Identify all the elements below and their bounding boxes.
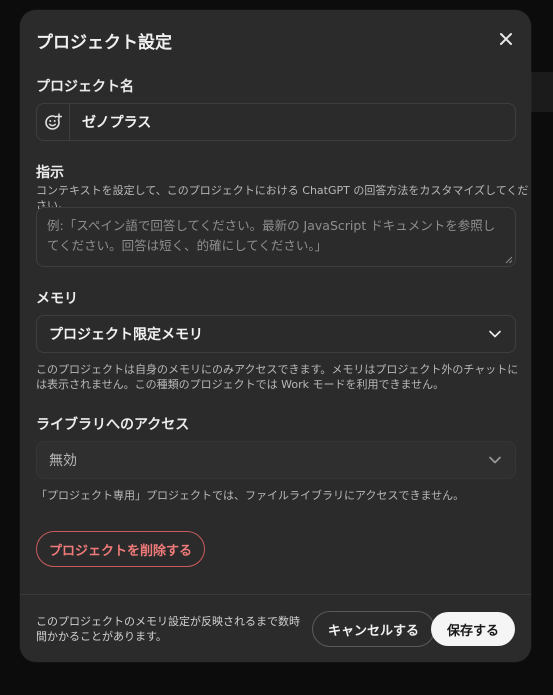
- instructions-label: 指示: [36, 165, 64, 181]
- library-access-hint: 「プロジェクト専用」プロジェクトでは、ファイルライブラリにアクセスできません。: [36, 489, 465, 502]
- emoji-picker-button[interactable]: [36, 103, 70, 141]
- project-settings-dialog: プロジェクト設定 プロジェクト名 指示 コンテキストを設定して、このプロジェクト…: [20, 10, 531, 662]
- instructions-textarea[interactable]: 例:「スペイン語で回答してください。最新の JavaScript ドキュメントを…: [36, 207, 516, 267]
- memory-select[interactable]: プロジェクト限定メモリ: [36, 315, 516, 353]
- cancel-button[interactable]: キャンセルする: [312, 611, 436, 647]
- memory-select-value: プロジェクト限定メモリ: [49, 327, 203, 343]
- library-access-label: ライブラリへのアクセス: [36, 417, 190, 433]
- resize-grip-icon[interactable]: [505, 256, 513, 264]
- close-button[interactable]: [495, 28, 517, 50]
- dialog-title: プロジェクト設定: [36, 33, 172, 53]
- close-icon: [500, 33, 512, 45]
- chevron-down-icon: [487, 326, 503, 342]
- library-access-select-value: 無効: [49, 453, 77, 469]
- project-name-label: プロジェクト名: [36, 79, 134, 95]
- chevron-down-icon: [487, 452, 503, 468]
- footer-note: このプロジェクトのメモリ設定が反映されるまで数時間かかることがあります。: [36, 615, 300, 643]
- instructions-placeholder: 例:「スペイン語で回答してください。最新の JavaScript ドキュメントを…: [47, 218, 496, 253]
- project-name-row: [36, 103, 516, 141]
- footer-divider: [20, 594, 531, 595]
- memory-label: メモリ: [36, 291, 78, 307]
- project-name-input[interactable]: [70, 103, 516, 141]
- save-button[interactable]: 保存する: [430, 612, 515, 646]
- delete-project-button[interactable]: プロジェクトを削除する: [36, 531, 206, 567]
- memory-hint: このプロジェクトは自身のメモリにのみアクセスできます。メモリはプロジェクト外のチ…: [36, 363, 519, 391]
- emoji-icon: [45, 113, 62, 130]
- library-access-select[interactable]: 無効: [36, 441, 516, 479]
